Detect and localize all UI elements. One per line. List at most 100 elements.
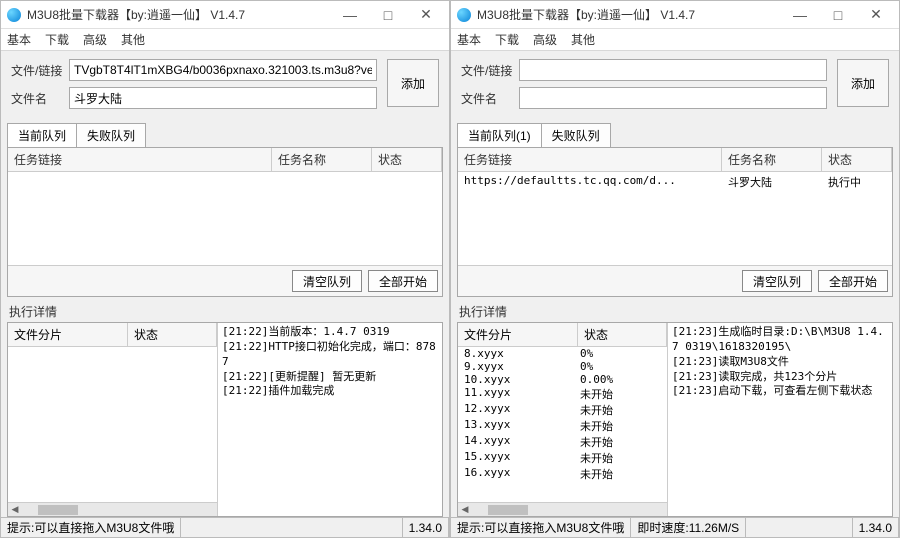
- status-version: 1.34.0: [853, 518, 899, 537]
- name-input[interactable]: [69, 87, 377, 109]
- detail-body: [8, 347, 217, 502]
- window-title: M3U8批量下载器【by:逍遥一仙】 V1.4.7: [27, 6, 331, 23]
- right-window: M3U8批量下载器【by:逍遥一仙】 V1.4.7 — □ ✕ 基本 下载 高级…: [450, 0, 900, 538]
- statusbar: 提示:可以直接拖入M3U8文件哦 1.34.0: [1, 517, 449, 537]
- status-version: 1.34.0: [403, 518, 449, 537]
- detail-label: 执行详情: [9, 303, 441, 320]
- scroll-thumb[interactable]: [38, 505, 78, 515]
- menu-advanced[interactable]: 高级: [83, 31, 107, 48]
- col-link[interactable]: 任务链接: [8, 148, 272, 171]
- tab-failed[interactable]: 失败队列: [541, 123, 611, 147]
- minimize-button[interactable]: —: [781, 3, 819, 27]
- queue-footer: 清空队列 全部开始: [8, 265, 442, 296]
- list-item[interactable]: 10.xyyx0.00%: [458, 373, 667, 386]
- queue-box: 任务链接 任务名称 状态 https://defaultts.tc.qq.com…: [457, 147, 893, 297]
- detail-header: 文件分片 状态: [458, 323, 667, 347]
- queue-header: 任务链接 任务名称 状态: [8, 148, 442, 172]
- add-button[interactable]: 添加: [387, 59, 439, 107]
- detail-left: 文件分片 状态 ◀: [8, 323, 218, 516]
- status-speed: 即时速度:11.26M/S: [631, 518, 746, 537]
- name-label: 文件名: [11, 90, 69, 107]
- list-item[interactable]: 13.xyyx未开始: [458, 418, 667, 434]
- url-label: 文件/链接: [11, 62, 69, 79]
- menu-basic[interactable]: 基本: [457, 31, 481, 48]
- scroll-thumb[interactable]: [488, 505, 528, 515]
- detail-box: 文件分片 状态 8.xyyx0%9.xyyx0%10.xyyx0.00%11.x…: [457, 322, 893, 517]
- add-button[interactable]: 添加: [837, 59, 889, 107]
- form-area: 文件/链接 文件名 添加: [451, 51, 899, 119]
- start-all-button[interactable]: 全部开始: [818, 270, 888, 292]
- name-input[interactable]: [519, 87, 827, 109]
- status-speed: [181, 518, 402, 537]
- minimize-button[interactable]: —: [331, 3, 369, 27]
- menu-other[interactable]: 其他: [571, 31, 595, 48]
- detail-label: 执行详情: [459, 303, 891, 320]
- col-frag-state[interactable]: 状态: [578, 323, 667, 346]
- col-name[interactable]: 任务名称: [272, 148, 372, 171]
- clear-queue-button[interactable]: 清空队列: [742, 270, 812, 292]
- list-item[interactable]: 15.xyyx未开始: [458, 450, 667, 466]
- tab-failed[interactable]: 失败队列: [76, 123, 146, 147]
- tabs: 当前队列 失败队列: [1, 123, 449, 147]
- table-row[interactable]: https://defaultts.tc.qq.com/d...斗罗大陆执行中: [458, 172, 892, 192]
- col-state[interactable]: 状态: [822, 148, 892, 171]
- list-item[interactable]: 9.xyyx0%: [458, 360, 667, 373]
- url-label: 文件/链接: [461, 62, 519, 79]
- scrollbar-h[interactable]: ◀: [458, 502, 667, 516]
- detail-body: 8.xyyx0%9.xyyx0%10.xyyx0.00%11.xyyx未开始12…: [458, 347, 667, 502]
- status-tip: 提示:可以直接拖入M3U8文件哦: [451, 518, 631, 537]
- titlebar: M3U8批量下载器【by:逍遥一仙】 V1.4.7 — □ ✕: [1, 1, 449, 29]
- menu-advanced[interactable]: 高级: [533, 31, 557, 48]
- col-name[interactable]: 任务名称: [722, 148, 822, 171]
- name-label: 文件名: [461, 90, 519, 107]
- clear-queue-button[interactable]: 清空队列: [292, 270, 362, 292]
- url-input[interactable]: [69, 59, 377, 81]
- menu-download[interactable]: 下载: [45, 31, 69, 48]
- queue-box: 任务链接 任务名称 状态 清空队列 全部开始: [7, 147, 443, 297]
- queue-body: [8, 172, 442, 265]
- col-state[interactable]: 状态: [372, 148, 442, 171]
- tab-current[interactable]: 当前队列(1): [457, 123, 542, 147]
- menu-other[interactable]: 其他: [121, 31, 145, 48]
- detail-box: 文件分片 状态 ◀ [21:22]当前版本：1.4.7 0319 [21:22]…: [7, 322, 443, 517]
- app-icon: [7, 8, 21, 22]
- detail-header: 文件分片 状态: [8, 323, 217, 347]
- scroll-left-icon[interactable]: ◀: [458, 504, 472, 516]
- left-window: M3U8批量下载器【by:逍遥一仙】 V1.4.7 — □ ✕ 基本 下载 高级…: [0, 0, 450, 538]
- window-title: M3U8批量下载器【by:逍遥一仙】 V1.4.7: [477, 6, 781, 23]
- list-item[interactable]: 12.xyyx未开始: [458, 402, 667, 418]
- status-spacer: [746, 518, 852, 537]
- list-item[interactable]: 11.xyyx未开始: [458, 386, 667, 402]
- list-item[interactable]: 8.xyyx0%: [458, 347, 667, 360]
- log-panel: [21:23]生成临时目录:D:\B\M3U8 1.4.7 0319\16183…: [668, 323, 892, 516]
- url-input[interactable]: [519, 59, 827, 81]
- close-button[interactable]: ✕: [857, 3, 895, 27]
- titlebar: M3U8批量下载器【by:逍遥一仙】 V1.4.7 — □ ✕: [451, 1, 899, 29]
- menu-basic[interactable]: 基本: [7, 31, 31, 48]
- statusbar: 提示:可以直接拖入M3U8文件哦 即时速度:11.26M/S 1.34.0: [451, 517, 899, 537]
- log-panel: [21:22]当前版本：1.4.7 0319 [21:22]HTTP接口初始化完…: [218, 323, 442, 516]
- list-item[interactable]: 14.xyyx未开始: [458, 434, 667, 450]
- status-tip: 提示:可以直接拖入M3U8文件哦: [1, 518, 181, 537]
- col-frag-state[interactable]: 状态: [128, 323, 217, 346]
- tab-current[interactable]: 当前队列: [7, 123, 77, 147]
- scrollbar-h[interactable]: ◀: [8, 502, 217, 516]
- queue-footer: 清空队列 全部开始: [458, 265, 892, 296]
- col-link[interactable]: 任务链接: [458, 148, 722, 171]
- maximize-button[interactable]: □: [369, 3, 407, 27]
- queue-body: https://defaultts.tc.qq.com/d...斗罗大陆执行中: [458, 172, 892, 265]
- menubar: 基本 下载 高级 其他: [451, 29, 899, 51]
- col-frag[interactable]: 文件分片: [458, 323, 578, 346]
- maximize-button[interactable]: □: [819, 3, 857, 27]
- tabs: 当前队列(1) 失败队列: [451, 123, 899, 147]
- close-button[interactable]: ✕: [407, 3, 445, 27]
- menu-download[interactable]: 下载: [495, 31, 519, 48]
- form-area: 文件/链接 文件名 添加: [1, 51, 449, 119]
- menubar: 基本 下载 高级 其他: [1, 29, 449, 51]
- col-frag[interactable]: 文件分片: [8, 323, 128, 346]
- start-all-button[interactable]: 全部开始: [368, 270, 438, 292]
- scroll-left-icon[interactable]: ◀: [8, 504, 22, 516]
- detail-left: 文件分片 状态 8.xyyx0%9.xyyx0%10.xyyx0.00%11.x…: [458, 323, 668, 516]
- list-item[interactable]: 16.xyyx未开始: [458, 466, 667, 482]
- app-icon: [457, 8, 471, 22]
